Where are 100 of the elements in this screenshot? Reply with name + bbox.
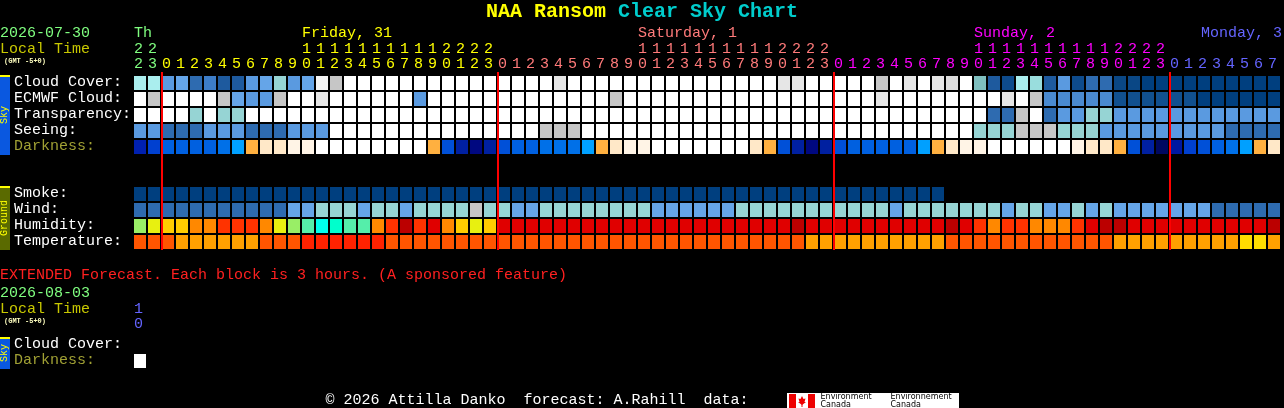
hour-label: 0 — [162, 57, 171, 72]
hour-label: 4 — [890, 57, 899, 72]
hour-label: 17 — [1072, 42, 1081, 72]
hour-label: 5 — [232, 57, 241, 72]
row-label: Smoke: — [14, 186, 69, 202]
forecast-date: 2026-08-03 — [0, 286, 90, 302]
hour-label: 7 — [1268, 57, 1277, 72]
hour-label: 22 — [806, 42, 815, 72]
row-label: Cloud Cover: — [14, 337, 124, 353]
hour-label: 7 — [932, 57, 941, 72]
hour-label: 12 — [666, 42, 675, 72]
hour-label: 16 — [386, 42, 395, 72]
hour-label: 10 — [638, 42, 647, 72]
hour-label: 12 — [330, 42, 339, 72]
hour-label: 22 — [470, 42, 479, 72]
hour-label: 6 — [1254, 57, 1263, 72]
hour-label: 14 — [694, 42, 703, 72]
hour-label: 3 — [204, 57, 213, 72]
hour-label: 1 — [848, 57, 857, 72]
row-label: ECMWF Cloud: — [14, 91, 124, 107]
hour-label: 6 — [918, 57, 927, 72]
hour-label: 18 — [1086, 42, 1095, 72]
hour-label: 22 — [1142, 42, 1151, 72]
hour-label: 23 — [148, 42, 157, 72]
hour-label: 18 — [414, 42, 423, 72]
hour-label: 6 — [582, 57, 591, 72]
extended-forecast-note: EXTENDED Forecast. Each block is 3 hours. (A sponsored feature) — [0, 268, 568, 284]
forecast-date: 2026-07-30 — [0, 26, 90, 42]
credits-text: © 2026 Attilla Danko forecast: A.Rahill data: — [325, 393, 749, 408]
day-label: Saturday, 1 — [638, 26, 738, 42]
hour-label: 2 — [190, 57, 199, 72]
hour-label: 4 — [554, 57, 563, 72]
hour-label: 13 — [680, 42, 689, 72]
hour-label: 7 — [596, 57, 605, 72]
hour-label: 22 — [134, 42, 143, 72]
hour-label: 3 — [540, 57, 549, 72]
hour-label: 5 — [1240, 57, 1249, 72]
row-label: Darkness: — [14, 353, 96, 369]
hour-label: 17 — [736, 42, 745, 72]
logo-text: Environnement Canada — [890, 393, 953, 408]
chart-title: Clear Sky Chart — [618, 0, 799, 24]
hour-label: 14 — [1030, 42, 1039, 72]
row-label: Cloud Cover: — [14, 75, 124, 91]
row-label: Humidity: — [14, 218, 96, 234]
hour-label: 13 — [344, 42, 353, 72]
hour-label: 20 — [442, 42, 451, 72]
hour-label: 6 — [246, 57, 255, 72]
logo-text: Environment Canada — [820, 393, 873, 408]
hour-label: 20 — [1114, 42, 1123, 72]
row-label: Darkness: — [14, 139, 96, 155]
hour-label: 0 — [498, 57, 507, 72]
hour-label: 1 — [1184, 57, 1193, 72]
hour-label: 4 — [218, 57, 227, 72]
hour-label: 11 — [652, 42, 661, 72]
local-time-label: Local Time — [0, 42, 90, 57]
hour-label: 5 — [568, 57, 577, 72]
hour-label: 10 — [134, 302, 143, 332]
hour-label: 18 — [750, 42, 759, 72]
hour-label: 20 — [778, 42, 787, 72]
day-label: Monday, 3 — [1201, 26, 1282, 42]
hour-label: 23 — [484, 42, 493, 72]
hour-label: 13 — [1016, 42, 1025, 72]
hour-label: 14 — [358, 42, 367, 72]
hour-label: 19 — [428, 42, 437, 72]
hour-label: 10 — [302, 42, 311, 72]
hour-label: 17 — [400, 42, 409, 72]
hour-label: 1 — [512, 57, 521, 72]
hour-label: 1 — [176, 57, 185, 72]
hour-label: 9 — [624, 57, 633, 72]
row-label: Wind: — [14, 202, 60, 218]
hour-label: 5 — [904, 57, 913, 72]
hour-label: 8 — [946, 57, 955, 72]
hour-label: 8 — [274, 57, 283, 72]
local-time-label: Local Time — [0, 302, 90, 317]
hour-label: 21 — [456, 42, 465, 72]
hour-label: 15 — [1044, 42, 1053, 72]
row-label: Temperature: — [14, 234, 124, 250]
hour-label: 3 — [876, 57, 885, 72]
hour-label: 2 — [862, 57, 871, 72]
hour-label: 9 — [288, 57, 297, 72]
hour-label: 2 — [1198, 57, 1207, 72]
hour-label: 16 — [1058, 42, 1067, 72]
hour-label: 15 — [372, 42, 381, 72]
hour-label: 19 — [1100, 42, 1109, 72]
hour-label: 10 — [974, 42, 983, 72]
hour-label: 11 — [988, 42, 997, 72]
hour-label: 15 — [708, 42, 717, 72]
hour-label: 7 — [260, 57, 269, 72]
hour-label: 23 — [1156, 42, 1165, 72]
hour-label: 16 — [722, 42, 731, 72]
hour-label: 23 — [820, 42, 829, 72]
hour-label: 0 — [1170, 57, 1179, 72]
hour-label: 21 — [1128, 42, 1137, 72]
hour-label: 8 — [610, 57, 619, 72]
hour-label: 19 — [764, 42, 773, 72]
row-label: Transparency: — [14, 107, 133, 123]
hour-label: 12 — [1002, 42, 1011, 72]
day-label: Friday, 31 — [302, 26, 392, 42]
site-name: NAA Ransom — [485, 0, 606, 24]
day-label: Sunday, 2 — [974, 26, 1055, 42]
